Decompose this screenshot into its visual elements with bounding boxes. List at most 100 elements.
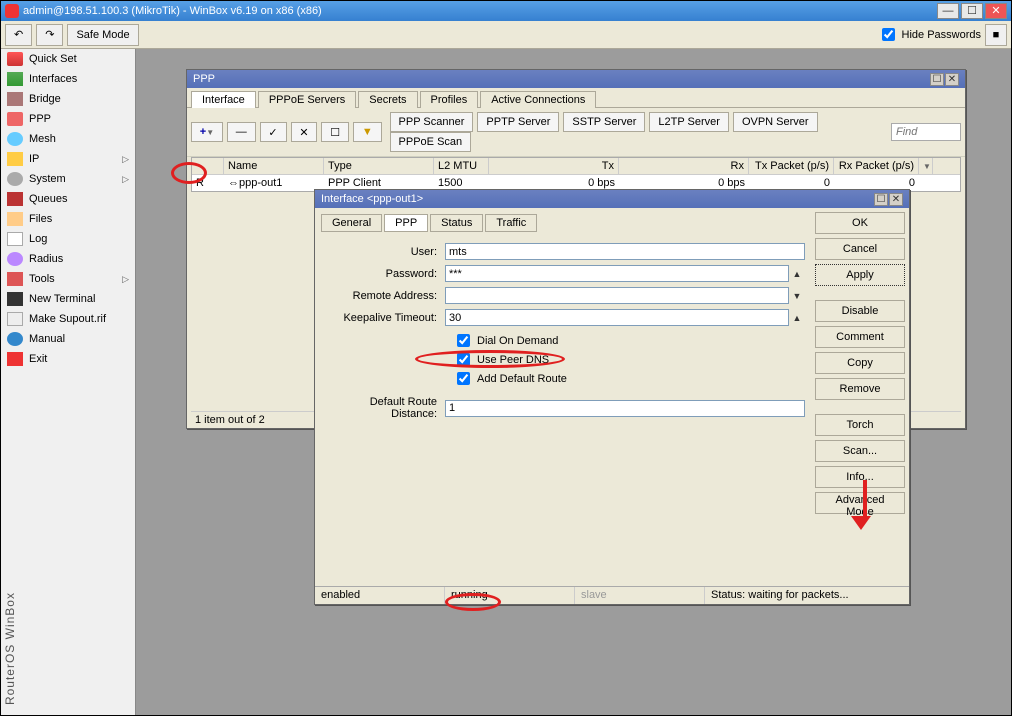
sidebar-item-queues[interactable]: Queues [1, 189, 135, 209]
remove-button[interactable]: — [227, 122, 256, 142]
status-enabled: enabled [315, 587, 445, 604]
mdi-area: PPP ☐✕ InterfacePPPoE ServersSecretsProf… [136, 49, 1011, 715]
sidebar-item-interfaces[interactable]: Interfaces [1, 69, 135, 89]
sidebar-item-tools[interactable]: Tools▷ [1, 269, 135, 289]
find-input[interactable] [891, 123, 961, 141]
iface-tab-general[interactable]: General [321, 214, 382, 232]
advanced-mode-button[interactable]: Advanced Mode [815, 492, 905, 514]
ok-button[interactable]: OK [815, 212, 905, 234]
sidebar-item-manual[interactable]: Manual [1, 329, 135, 349]
tab-profiles[interactable]: Profiles [420, 91, 479, 108]
remote-address-input[interactable] [445, 287, 789, 304]
default-route-distance-input[interactable] [445, 400, 805, 417]
dial-on-demand-checkbox[interactable] [457, 334, 470, 347]
keepalive-input[interactable] [445, 309, 789, 326]
torch-button[interactable]: Torch [815, 414, 905, 436]
qs-icon [7, 52, 23, 66]
undo-button[interactable]: ↶ [5, 24, 32, 46]
ppp-min-button[interactable]: ☐ [930, 73, 944, 86]
disable-button[interactable]: ✕ [291, 122, 318, 142]
sidebar-item-mesh[interactable]: Mesh [1, 129, 135, 149]
filter-button[interactable]: ▼ [353, 122, 382, 142]
disable-button[interactable]: Disable [815, 300, 905, 322]
interface-titlebar[interactable]: Interface <ppp-out1> ☐✕ [315, 190, 909, 208]
add-default-route-checkbox[interactable] [457, 372, 470, 385]
iface-tab-status[interactable]: Status [430, 214, 483, 232]
comment-button[interactable]: ☐ [321, 122, 349, 142]
sidebar-item-exit[interactable]: Exit [1, 349, 135, 369]
ex-icon [7, 352, 23, 366]
column-header[interactable]: Tx Packet (p/s) [749, 158, 834, 174]
hide-passwords-checkbox[interactable] [882, 28, 895, 41]
sidebar-item-ppp[interactable]: PPP [1, 109, 135, 129]
sidebar-item-new-terminal[interactable]: New Terminal [1, 289, 135, 309]
sidebar-item-quick-set[interactable]: Quick Set [1, 49, 135, 69]
scan--button[interactable]: Scan... [815, 440, 905, 462]
add-button[interactable]: +▼ [191, 122, 223, 142]
tab-pppoe-servers[interactable]: PPPoE Servers [258, 91, 356, 108]
titlebar: admin@198.51.100.3 (MikroTik) - WinBox v… [1, 1, 1011, 21]
password-reveal-icon[interactable]: ▲ [789, 269, 805, 279]
cancel-button[interactable]: Cancel [815, 238, 905, 260]
user-input[interactable] [445, 243, 805, 260]
sidebar-item-files[interactable]: Files [1, 209, 135, 229]
column-header[interactable]: L2 MTU [434, 158, 489, 174]
iface-tab-traffic[interactable]: Traffic [485, 214, 537, 232]
ppp-window-title: PPP [193, 73, 215, 85]
sidebar-item-log[interactable]: Log [1, 229, 135, 249]
window-controls: — ☐ ✕ [937, 3, 1007, 19]
sidebar-item-bridge[interactable]: Bridge [1, 89, 135, 109]
sstp-server-button[interactable]: SSTP Server [563, 112, 645, 132]
column-header[interactable]: Rx [619, 158, 749, 174]
pppoe-scan-button[interactable]: PPPoE Scan [390, 132, 472, 152]
remove-button[interactable]: Remove [815, 378, 905, 400]
app-icon [5, 4, 19, 18]
apply-button[interactable]: Apply [815, 264, 905, 286]
sidebar-item-make-supout-rif[interactable]: Make Supout.rif [1, 309, 135, 329]
status-summary: Status: waiting for packets... [705, 587, 909, 604]
redo-button[interactable]: ↷ [36, 24, 63, 46]
ppp-titlebar[interactable]: PPP ☐✕ [187, 70, 965, 88]
column-header[interactable]: Name [224, 158, 324, 174]
minimize-button[interactable]: — [937, 3, 959, 19]
keepalive-label: Keepalive Timeout: [321, 312, 445, 324]
rd-icon [7, 252, 23, 266]
column-header[interactable] [192, 158, 224, 174]
l2tp-server-button[interactable]: L2TP Server [649, 112, 729, 132]
enable-button[interactable]: ✓ [260, 122, 287, 142]
keepalive-up-icon[interactable]: ▲ [789, 313, 805, 323]
column-header[interactable]: Rx Packet (p/s) [834, 158, 919, 174]
sidebar-item-system[interactable]: System▷ [1, 169, 135, 189]
copy-button[interactable]: Copy [815, 352, 905, 374]
tab-interface[interactable]: Interface [191, 91, 256, 108]
info--button[interactable]: Info... [815, 466, 905, 488]
column-menu-button[interactable]: ▼ [919, 158, 933, 174]
hide-passwords-toggle[interactable]: Hide Passwords [878, 25, 981, 44]
password-input[interactable] [445, 265, 789, 282]
comment-button[interactable]: Comment [815, 326, 905, 348]
tab-secrets[interactable]: Secrets [358, 91, 417, 108]
iface-tab-ppp[interactable]: PPP [384, 214, 428, 232]
sidebar-item-radius[interactable]: Radius [1, 249, 135, 269]
hide-passwords-label: Hide Passwords [902, 29, 981, 41]
ppp-close-button[interactable]: ✕ [945, 73, 959, 86]
column-header[interactable]: Tx [489, 158, 619, 174]
iface-min-button[interactable]: ☐ [874, 193, 888, 206]
remote-address-label: Remote Address: [321, 290, 445, 302]
br-icon [7, 92, 23, 106]
sidebar: Quick SetInterfacesBridgePPPMeshIP▷Syste… [1, 49, 136, 715]
sidebar-toggle-button[interactable]: ■ [985, 24, 1007, 46]
maximize-button[interactable]: ☐ [961, 3, 983, 19]
remote-dropdown-icon[interactable]: ▼ [789, 291, 805, 301]
sidebar-item-ip[interactable]: IP▷ [1, 149, 135, 169]
tab-active-connections[interactable]: Active Connections [480, 91, 596, 108]
safe-mode-button[interactable]: Safe Mode [67, 24, 138, 46]
close-button[interactable]: ✕ [985, 3, 1007, 19]
ovpn-server-button[interactable]: OVPN Server [733, 112, 818, 132]
pptp-server-button[interactable]: PPTP Server [477, 112, 559, 132]
column-header[interactable]: Type [324, 158, 434, 174]
main-toolbar: ↶ ↷ Safe Mode Hide Passwords ■ [1, 21, 1011, 49]
use-peer-dns-checkbox[interactable] [457, 353, 470, 366]
iface-close-button[interactable]: ✕ [889, 193, 903, 206]
ppp-scanner-button[interactable]: PPP Scanner [390, 112, 474, 132]
